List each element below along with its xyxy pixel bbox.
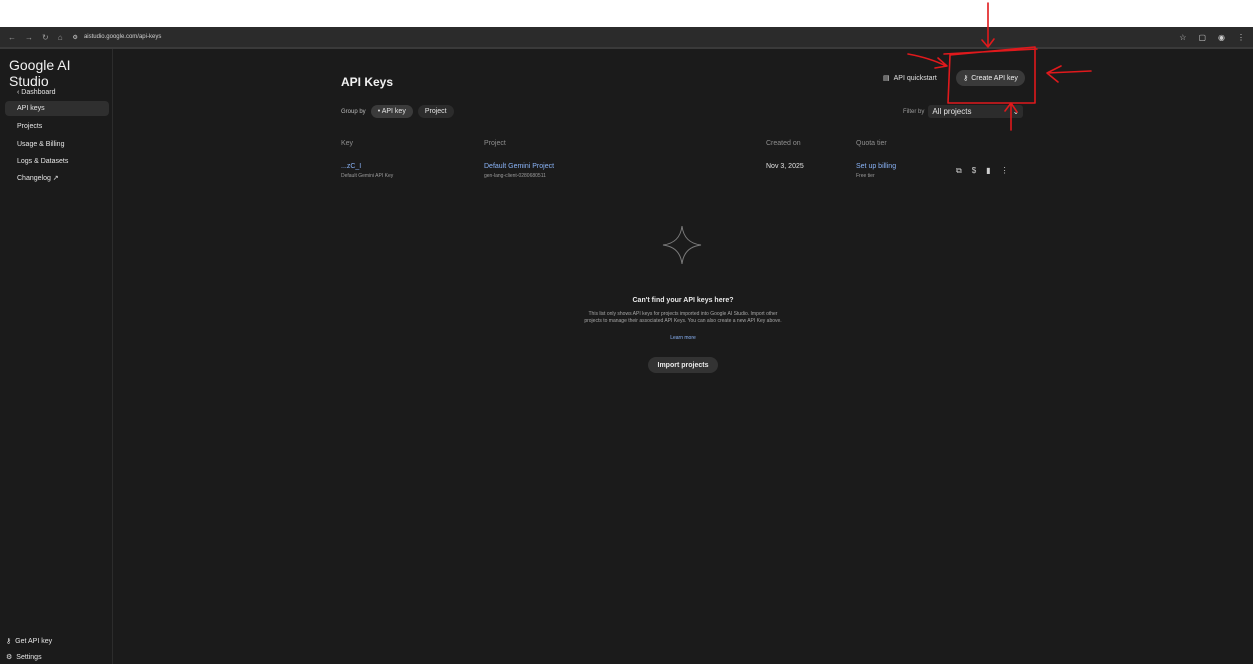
star-icon[interactable]: ☆ (1179, 33, 1186, 42)
column-header-created: Created on (766, 140, 801, 147)
settings-label: Settings (16, 653, 42, 661)
back-icon[interactable]: ← (8, 33, 16, 42)
sidebar-item-changelog[interactable]: Changelog ↗ (5, 171, 109, 186)
api-key-link[interactable]: ...zC_I (341, 163, 393, 170)
more-icon[interactable]: ⋮ (1001, 166, 1009, 176)
settings-link[interactable]: ⚙ Settings (6, 653, 42, 662)
column-header-project: Project (484, 140, 506, 147)
created-date: Nov 3, 2025 (766, 163, 804, 170)
project-id: gen-lang-client-0280680511 (484, 173, 546, 179)
api-quickstart-label: API quickstart (893, 74, 937, 82)
filter-control: Filter by All projects ⌄ (903, 105, 1024, 118)
browser-toolbar: ← → ↻ ⌂ ⚙ aistudio.google.com/api-keys ☆… (0, 27, 1253, 47)
create-api-key-label: Create API key (971, 74, 1018, 82)
sidebar-item-usage-billing[interactable]: Usage & Billing (5, 137, 109, 152)
set-up-billing-link[interactable]: Set up billing (856, 163, 896, 170)
document-icon: ▤ (883, 75, 890, 82)
reload-icon[interactable]: ↻ (42, 33, 49, 42)
sidebar-item-projects[interactable]: Projects (5, 119, 109, 134)
usage-chart-icon[interactable]: ▮ (986, 166, 990, 176)
filter-select[interactable]: All projects ⌄ (928, 105, 1024, 118)
profile-icon[interactable]: ◉ (1218, 33, 1225, 42)
empty-state-body: This list only shows API keys for projec… (584, 311, 782, 324)
api-key-name: Default Gemini API Key (341, 173, 394, 179)
filter-value: All projects (932, 107, 972, 116)
forward-icon[interactable]: → (25, 33, 33, 42)
screen: ← → ↻ ⌂ ⚙ aistudio.google.com/api-keys ☆… (0, 0, 1253, 664)
address-bar[interactable]: ⚙ aistudio.google.com/api-keys (73, 34, 162, 41)
home-icon[interactable]: ⌂ (58, 33, 63, 42)
copy-icon[interactable]: ⧉ (956, 166, 962, 176)
sidebar-item-api-keys[interactable]: API keys (5, 101, 109, 116)
column-header-key: Key (341, 140, 354, 147)
api-quickstart-link[interactable]: ▤ API quickstart (883, 74, 937, 83)
get-api-key-link[interactable]: ⚷ Get API key (6, 637, 53, 646)
table-row-project-cell: Default Gemini Project gen-lang-client-0… (484, 163, 554, 179)
empty-state-title: Can't find your API keys here? (632, 297, 734, 304)
group-by-project-chip[interactable]: Project (417, 105, 454, 118)
import-projects-button[interactable]: Import projects (648, 357, 718, 373)
table-row-key-cell: ...zC_I Default Gemini API Key (341, 163, 393, 179)
table-row-quota-cell: Set up billing Free tier (856, 163, 896, 179)
sparkle-icon (662, 225, 702, 265)
browser-actions: ☆ ▢ ◉ ⋮ (1179, 33, 1245, 42)
key-icon: ⚷ (6, 638, 12, 645)
learn-more-link[interactable]: Learn more (583, 335, 783, 341)
menu-icon[interactable]: ⋮ (1237, 33, 1245, 42)
key-icon: ⚷ (963, 75, 969, 82)
browser-nav: ← → ↻ ⌂ (8, 33, 63, 42)
group-by-control: Group by • API key Project (341, 105, 454, 118)
url-text: aistudio.google.com/api-keys (83, 34, 162, 40)
sidebar-item-logs-datasets[interactable]: Logs & Datasets (5, 154, 109, 169)
group-by-api-key-chip[interactable]: • API key (370, 105, 413, 118)
billing-icon[interactable]: $ (972, 166, 976, 176)
column-header-quota: Quota tier (856, 140, 887, 147)
create-api-key-button[interactable]: ⚷ Create API key (956, 70, 1025, 86)
site-settings-icon[interactable]: ⚙ (73, 34, 78, 41)
page-title: API Keys (341, 75, 394, 89)
filter-label: Filter by (903, 108, 925, 115)
gear-icon: ⚙ (6, 654, 13, 661)
sidebar-item-dashboard[interactable]: ‹ Dashboard (5, 85, 109, 100)
group-by-api-key-label: API key (381, 108, 406, 115)
chevron-down-icon: ⌄ (1012, 107, 1020, 116)
get-api-key-label: Get API key (15, 637, 53, 645)
group-by-label: Group by (341, 108, 366, 115)
row-actions: ⧉ $ ▮ ⋮ (956, 166, 1009, 176)
main-content: API Keys ▤ API quickstart ⚷ Create API k… (113, 49, 1253, 664)
project-link[interactable]: Default Gemini Project (484, 163, 554, 170)
extensions-icon[interactable]: ▢ (1198, 33, 1206, 42)
quota-tier: Free tier (856, 173, 875, 179)
sidebar: Google AI Studio ‹ Dashboard API keys Pr… (0, 49, 113, 664)
